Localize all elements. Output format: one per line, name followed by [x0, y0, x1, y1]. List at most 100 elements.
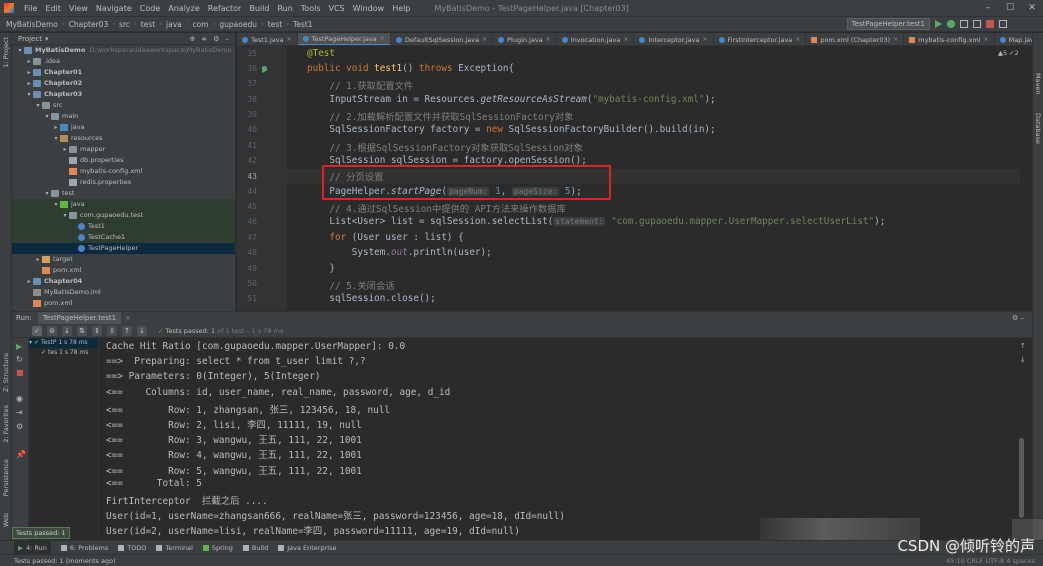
breadcrumb-item[interactable]: test	[141, 20, 155, 29]
chevron-down-icon[interactable]: ▾	[43, 188, 51, 199]
menu-run[interactable]: Run	[273, 4, 296, 13]
settings-icon[interactable]: ⚙	[16, 422, 23, 431]
test-tree-item[interactable]: ✔ tes 1 s 78 ms	[29, 348, 98, 358]
project-tree-item[interactable]: ▸ mapper	[12, 144, 235, 155]
chevron-down-icon[interactable]: ▾	[52, 133, 60, 144]
project-tree-item[interactable]: ▾ resources	[12, 133, 235, 144]
menu-file[interactable]: File	[20, 4, 41, 13]
project-panel-title[interactable]: Project	[18, 35, 42, 43]
minimize-icon[interactable]: –	[977, 0, 999, 16]
project-tree-item[interactable]: ▸ .idea	[12, 56, 235, 67]
chevron-right-icon[interactable]: ▸	[61, 144, 69, 155]
bottom-tab-java-enterprise[interactable]: Java Enterprise	[278, 544, 336, 552]
close-icon[interactable]: ×	[482, 36, 487, 43]
project-tree-item[interactable]: ▸ Chapter04	[12, 276, 235, 287]
tool-window-database[interactable]: Database	[1034, 113, 1042, 144]
camera-icon[interactable]: ◉	[16, 394, 23, 403]
chevron-down-icon[interactable]: ▾	[34, 100, 42, 111]
menu-help[interactable]: Help	[388, 4, 414, 13]
export-icon[interactable]: ⇥	[16, 408, 23, 417]
scroll-up-icon[interactable]: ↑	[1020, 342, 1026, 350]
scroll-down-icon[interactable]: ↓	[1020, 356, 1026, 364]
menu-refactor[interactable]: Refactor	[204, 4, 246, 13]
project-tree-item[interactable]: MyBatisDemo.iml	[12, 287, 235, 298]
menu-tools[interactable]: Tools	[297, 4, 325, 13]
project-tree-item[interactable]: ▾ com.gupaoedu.test	[12, 210, 235, 221]
menu-view[interactable]: View	[65, 4, 92, 13]
project-tree-item[interactable]: ▸ target	[12, 254, 235, 265]
project-tree-item[interactable]: ▸ Chapter01	[12, 67, 235, 78]
hide-icon[interactable]: –	[226, 35, 230, 43]
breadcrumb-item[interactable]: java	[166, 20, 182, 29]
stop-icon[interactable]	[986, 19, 994, 28]
menu-navigate[interactable]: Navigate	[92, 4, 136, 13]
project-tree-item[interactable]: mybatis-config.xml	[12, 166, 235, 177]
editor-tab[interactable]: Test1.java ×	[237, 33, 298, 45]
project-tree-item[interactable]: ▾ test	[12, 188, 235, 199]
gear-icon[interactable]: ⚙ –	[1012, 314, 1032, 322]
project-tree-item[interactable]: ▸ java	[12, 122, 235, 133]
chevron-right-icon[interactable]: ▸	[34, 254, 42, 265]
close-icon[interactable]: ✕	[1021, 0, 1043, 16]
debug-icon[interactable]	[947, 19, 955, 28]
menu-build[interactable]: Build	[245, 4, 273, 13]
chevron-right-icon[interactable]: ▸	[25, 56, 33, 67]
close-icon[interactable]: ×	[546, 36, 551, 43]
chevron-down-icon[interactable]: ▾	[52, 199, 60, 210]
project-tree-item[interactable]: ▾ Chapter03	[12, 89, 235, 100]
collapse-icon[interactable]: ≑	[201, 35, 207, 43]
project-tree-item[interactable]: db.properties	[12, 155, 235, 166]
project-tree-item[interactable]: redis.properties	[12, 177, 235, 188]
coverage-icon[interactable]	[960, 19, 968, 28]
chevron-down-icon[interactable]: ▾	[16, 45, 24, 56]
tests-passed-balloon[interactable]: Tests passed: 1	[12, 527, 70, 539]
console-scrollbar[interactable]: ↑ ↓	[1016, 338, 1032, 540]
project-tree-item[interactable]: TestCache1	[12, 232, 235, 243]
bottom-tab-spring[interactable]: Spring	[202, 544, 233, 552]
scrollbar-thumb[interactable]	[1019, 438, 1024, 518]
test-tree-root[interactable]: ▾ ✔ TestP 1 s 78 ms	[29, 338, 98, 348]
project-tree-item[interactable]: pom.xml	[12, 265, 235, 276]
close-icon[interactable]: ×	[984, 36, 989, 43]
breadcrumb-item[interactable]: src	[119, 20, 130, 29]
editor-tab[interactable]: Invocation.java ×	[557, 33, 635, 45]
project-tree-item[interactable]: ▾ main	[12, 111, 235, 122]
project-tree-item[interactable]: Test1	[12, 221, 235, 232]
chevron-right-icon[interactable]: ▸	[52, 122, 60, 133]
breadcrumb-item[interactable]: com	[193, 20, 209, 29]
chevron-right-icon[interactable]: ▸	[25, 78, 33, 89]
bottom-tab-run[interactable]: ▶ 4: Run	[14, 541, 51, 554]
close-icon[interactable]: ×	[623, 36, 628, 43]
pin-icon[interactable]: 📌	[16, 450, 26, 459]
cursor-position[interactable]: 45:10 CRLF UTF-8 4 spaces	[946, 557, 1043, 565]
project-tree-item[interactable]: ▾ src	[12, 100, 235, 111]
project-tree-item[interactable]: TestPageHelper	[12, 243, 235, 254]
menu-analyze[interactable]: Analyze	[164, 4, 204, 13]
tool-window-maven[interactable]: Maven	[1034, 73, 1042, 95]
editor-tab[interactable]: Plugin.java ×	[493, 33, 557, 45]
stop-icon[interactable]: ■	[16, 368, 24, 377]
close-icon[interactable]: ×	[125, 314, 131, 322]
editor-tab[interactable]: DefaultSqlSession.java ×	[391, 33, 494, 45]
search-icon[interactable]	[999, 19, 1007, 28]
project-tree-item[interactable]: ▾ java	[12, 199, 235, 210]
editor-tab[interactable]: pom.xml (Chapter03) ×	[806, 33, 905, 45]
menu-vcs[interactable]: VCS	[325, 4, 349, 13]
close-icon[interactable]: ×	[380, 35, 385, 42]
show-ignored-icon[interactable]: ⊘	[47, 325, 57, 336]
next-icon[interactable]: ↓	[137, 325, 147, 336]
chevron-right-icon[interactable]: ▸	[25, 67, 33, 78]
editor-tab[interactable]: Interceptor.java ×	[634, 33, 714, 45]
bottom-tab-terminal[interactable]: Terminal	[156, 544, 193, 552]
close-icon[interactable]: ×	[702, 36, 707, 43]
locate-icon[interactable]: ⊕	[189, 35, 195, 43]
editor-scrollbar[interactable]: ▲5 ✓2	[998, 46, 1032, 310]
breadcrumb-item[interactable]: gupaoedu	[219, 20, 257, 29]
chevron-down-icon[interactable]: ▾	[43, 111, 51, 122]
breadcrumb-item[interactable]: test	[268, 20, 282, 29]
project-tree-item[interactable]: ▸ Chapter02	[12, 78, 235, 89]
gear-icon[interactable]: ⚙	[213, 35, 219, 43]
tool-window-web[interactable]: Web	[2, 513, 10, 527]
menu-edit[interactable]: Edit	[41, 4, 65, 13]
rerun-failed-icon[interactable]: ↻	[16, 355, 23, 364]
